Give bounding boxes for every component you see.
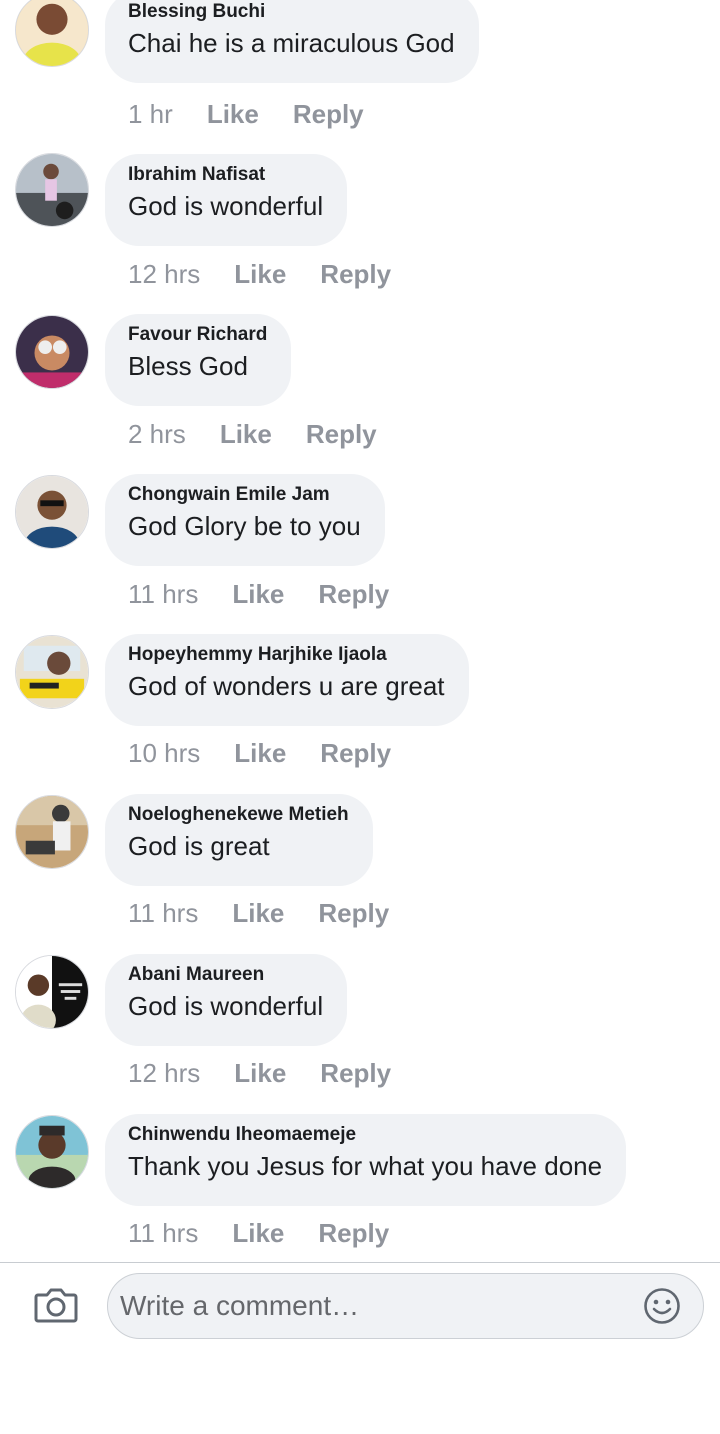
comment-actions: 11 hrs Like Reply (128, 898, 389, 928)
comment-time[interactable]: 1 hr (128, 99, 173, 129)
reply-button[interactable]: Reply (293, 99, 364, 129)
comment-bubble: Abani Maureen God is wonderful (105, 954, 348, 1046)
comment-author[interactable]: Chongwain Emile Jam (128, 483, 361, 507)
comment-author[interactable]: Noeloghenekewe Metieh (128, 803, 349, 827)
comment-item: Favour Richard Bless God 2 hrs Like Repl… (0, 314, 720, 480)
like-button[interactable]: Like (234, 1058, 286, 1088)
like-button[interactable]: Like (234, 738, 286, 768)
comment-actions: 11 hrs Like Reply (128, 1218, 389, 1248)
comment-input[interactable] (120, 1274, 630, 1337)
comment-actions: 12 hrs Like Reply (128, 1058, 391, 1088)
comment-time[interactable]: 12 hrs (128, 1058, 200, 1088)
comment-author[interactable]: Abani Maureen (128, 963, 323, 987)
comment-author[interactable]: Hopeyhemmy Harjhike Ijaola (128, 643, 445, 667)
comment-item: Chinwendu Iheomaemeje Thank you Jesus fo… (0, 1114, 720, 1280)
camera-icon[interactable] (34, 1285, 78, 1325)
comment-item: Ibrahim Nafisat God is wonderful 12 hrs … (0, 153, 720, 320)
like-button[interactable]: Like (207, 99, 259, 129)
comment-text: God is wonderful (128, 991, 324, 1021)
comment-actions: 10 hrs Like Reply (128, 738, 391, 768)
comment-actions: 12 hrs Like Reply (128, 259, 391, 289)
comment-author[interactable]: Ibrahim Nafisat (128, 163, 323, 187)
like-button[interactable]: Like (232, 579, 284, 609)
comment-bubble: Favour Richard Bless God (105, 314, 292, 406)
like-button[interactable]: Like (234, 259, 286, 289)
reply-button[interactable]: Reply (320, 738, 391, 768)
reply-button[interactable]: Reply (320, 259, 391, 289)
comment-text: God Glory be to you (128, 511, 361, 541)
comment-time[interactable]: 11 hrs (128, 579, 198, 609)
comment-author[interactable]: Favour Richard (128, 323, 267, 347)
comment-time[interactable]: 11 hrs (128, 898, 198, 928)
avatar[interactable] (15, 475, 89, 549)
comment-item: Blessing Buchi Chai he is a miraculous G… (0, 0, 720, 160)
like-button[interactable]: Like (232, 898, 284, 928)
reply-button[interactable]: Reply (318, 1218, 389, 1248)
comment-bubble: Hopeyhemmy Harjhike Ijaola God of wonder… (105, 634, 469, 726)
avatar[interactable] (15, 1115, 89, 1189)
avatar[interactable] (15, 315, 89, 389)
comment-actions: 1 hr Like Reply (128, 99, 364, 129)
comment-text: Bless God (128, 351, 248, 381)
avatar[interactable] (15, 0, 89, 67)
comment-item: Abani Maureen God is wonderful 12 hrs Li… (0, 954, 720, 1120)
reply-button[interactable]: Reply (318, 579, 389, 609)
comment-author[interactable]: Chinwendu Iheomaemeje (128, 1123, 602, 1147)
comment-time[interactable]: 11 hrs (128, 1218, 198, 1248)
comment-composer (0, 1262, 720, 1434)
comment-bubble: Chongwain Emile Jam God Glory be to you (105, 474, 385, 566)
comment-text: God is wonderful (128, 191, 324, 221)
comment-input-container[interactable] (107, 1273, 704, 1339)
comment-item: Noeloghenekewe Metieh God is great 11 hr… (0, 794, 720, 960)
reply-button[interactable]: Reply (320, 1058, 391, 1088)
comment-actions: 11 hrs Like Reply (128, 579, 389, 609)
comment-bubble: Chinwendu Iheomaemeje Thank you Jesus fo… (105, 1114, 627, 1206)
comment-item: Hopeyhemmy Harjhike Ijaola God of wonder… (0, 634, 720, 800)
comment-actions: 2 hrs Like Reply (128, 419, 377, 449)
comment-time[interactable]: 2 hrs (128, 419, 186, 449)
like-button[interactable]: Like (232, 1218, 284, 1248)
comment-bubble: Blessing Buchi Chai he is a miraculous G… (105, 0, 479, 83)
comment-text: Chai he is a miraculous God (128, 28, 455, 58)
comment-text: Thank you Jesus for what you have done (128, 1151, 603, 1181)
comment-bubble: Noeloghenekewe Metieh God is great (105, 794, 373, 886)
comment-time[interactable]: 10 hrs (128, 738, 200, 768)
comment-bubble: Ibrahim Nafisat God is wonderful (105, 154, 348, 246)
comment-text: God is great (128, 831, 270, 861)
reply-button[interactable]: Reply (306, 419, 377, 449)
like-button[interactable]: Like (220, 419, 272, 449)
smiley-icon[interactable] (643, 1287, 681, 1325)
avatar[interactable] (15, 955, 89, 1029)
comment-author[interactable]: Blessing Buchi (128, 0, 455, 24)
avatar[interactable] (15, 635, 89, 709)
comment-text: God of wonders u are great (128, 671, 445, 701)
comment-time[interactable]: 12 hrs (128, 259, 200, 289)
reply-button[interactable]: Reply (318, 898, 389, 928)
avatar[interactable] (15, 795, 89, 869)
avatar[interactable] (15, 153, 89, 227)
comment-item: Chongwain Emile Jam God Glory be to you … (0, 474, 720, 640)
